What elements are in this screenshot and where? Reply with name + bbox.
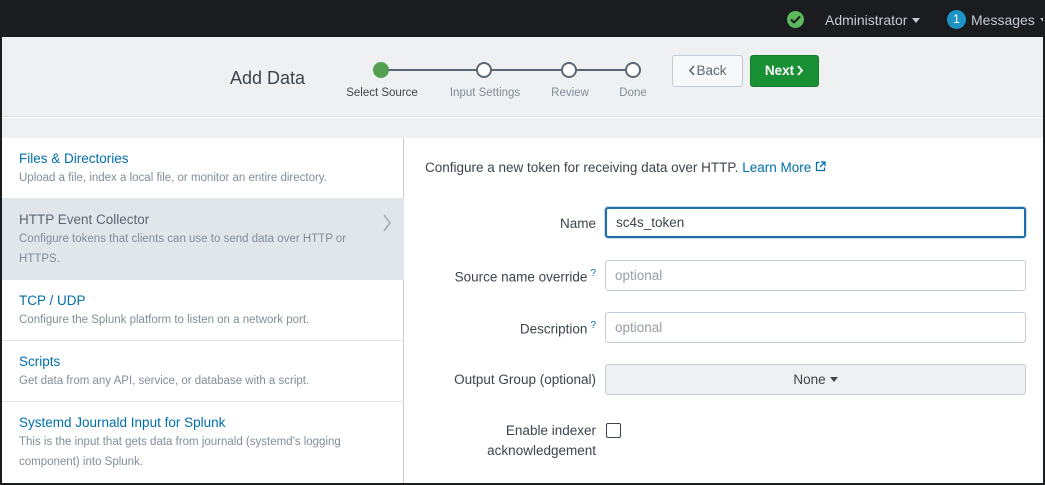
- form-intro: Configure a new token for receiving data…: [425, 160, 826, 175]
- step-connector: [569, 69, 633, 71]
- description-input[interactable]: [605, 312, 1026, 343]
- user-menu[interactable]: Administrator: [825, 12, 921, 28]
- name-label: Name: [559, 216, 596, 231]
- http-token-form: Configure a new token for receiving data…: [405, 138, 1043, 483]
- chevron-right-icon: [383, 214, 391, 232]
- source-name-override-label: Source name override?: [455, 268, 596, 285]
- learn-more-label: Learn More: [742, 160, 812, 175]
- help-icon[interactable]: ?: [590, 320, 596, 331]
- output-group-select[interactable]: None: [605, 364, 1026, 395]
- indexer-ack-label: Enable indexer acknowledgement: [487, 421, 596, 461]
- sidebar-item-title: TCP / UDP: [19, 293, 86, 308]
- step-label-done: Done: [619, 87, 647, 99]
- step-dot-select-source: [373, 62, 389, 78]
- header-gap: [2, 118, 1043, 138]
- step-dot-done: [625, 62, 641, 78]
- back-button-label: Back: [696, 63, 727, 78]
- step-dot-input-settings: [476, 62, 492, 78]
- sidebar-item-description: Configure tokens that clients can use to…: [19, 233, 347, 265]
- sidebar-item-title: HTTP Event Collector: [19, 212, 150, 227]
- step-label-select-source: Select Source: [346, 87, 418, 99]
- output-group-label: Output Group (optional): [454, 372, 596, 387]
- sidebar-item-description: Get data from any API, service, or datab…: [19, 375, 310, 387]
- indexer-ack-label-line2: acknowledgement: [487, 443, 596, 458]
- sidebar-item-http-event-collector[interactable]: HTTP Event Collector Configure tokens th…: [2, 199, 404, 280]
- sidebar-item-title: Scripts: [19, 354, 61, 369]
- user-menu-label: Administrator: [825, 12, 908, 28]
- messages-count-badge[interactable]: 1: [947, 10, 966, 29]
- description-label-text: Description: [519, 321, 588, 337]
- app-window: Administrator 1 Messages Add Data Select…: [0, 0, 1045, 485]
- messages-menu-label: Messages: [971, 12, 1035, 28]
- sidebar-item-title: Files & Directories: [19, 151, 129, 166]
- name-input[interactable]: [605, 207, 1026, 238]
- indexer-ack-label-line1: Enable indexer: [505, 423, 596, 438]
- top-bar: Administrator 1 Messages: [2, 2, 1043, 37]
- description-label: Description?: [520, 320, 596, 337]
- next-button[interactable]: Next: [750, 55, 819, 87]
- page-title: Add Data: [230, 68, 306, 88]
- source-name-override-input[interactable]: [605, 260, 1026, 291]
- indexer-ack-checkbox[interactable]: [606, 423, 621, 438]
- sidebar-item-description: Upload a file, index a local file, or mo…: [19, 172, 327, 184]
- step-dot-review: [561, 62, 577, 78]
- sidebar-item-description: Configure the Splunk platform to listen …: [19, 314, 310, 326]
- sidebar-item-tcp-udp[interactable]: TCP / UDP Configure the Splunk platform …: [2, 280, 404, 341]
- sidebar-item-files-directories[interactable]: Files & Directories Upload a file, index…: [2, 138, 404, 199]
- chevron-right-icon: [797, 65, 804, 76]
- sidebar-item-title: Systemd Journald Input for Splunk: [19, 415, 226, 430]
- form-intro-text: Configure a new token for receiving data…: [425, 160, 739, 175]
- step-label-input-settings: Input Settings: [449, 87, 521, 99]
- step-label-review: Review: [551, 87, 589, 99]
- progress-stepper: Select Source Input Settings Review Done: [342, 59, 662, 109]
- source-name-override-label-text: Source name override: [454, 269, 588, 285]
- caret-down-icon: [1039, 17, 1043, 23]
- sidebar-item-scripts[interactable]: Scripts Get data from any API, service, …: [2, 341, 404, 402]
- external-link-icon: [816, 161, 826, 172]
- help-icon[interactable]: ?: [590, 268, 596, 279]
- sidebar-item-systemd-journald[interactable]: Systemd Journald Input for Splunk This i…: [2, 402, 404, 483]
- data-source-sidebar: Files & Directories Upload a file, index…: [2, 138, 404, 483]
- step-connector: [484, 69, 569, 71]
- caret-down-icon: [912, 17, 921, 23]
- page-header: Add Data Select Source Input Settings Re…: [2, 37, 1043, 117]
- caret-down-icon: [829, 376, 838, 382]
- sidebar-item-description: This is the input that gets data from jo…: [19, 436, 341, 468]
- step-connector: [382, 69, 484, 71]
- back-button[interactable]: Back: [672, 55, 743, 87]
- check-circle-icon[interactable]: [787, 11, 804, 28]
- learn-more-link[interactable]: Learn More: [742, 160, 826, 175]
- next-button-label: Next: [764, 63, 795, 78]
- output-group-value: None: [793, 372, 826, 387]
- messages-menu[interactable]: Messages: [971, 12, 1043, 28]
